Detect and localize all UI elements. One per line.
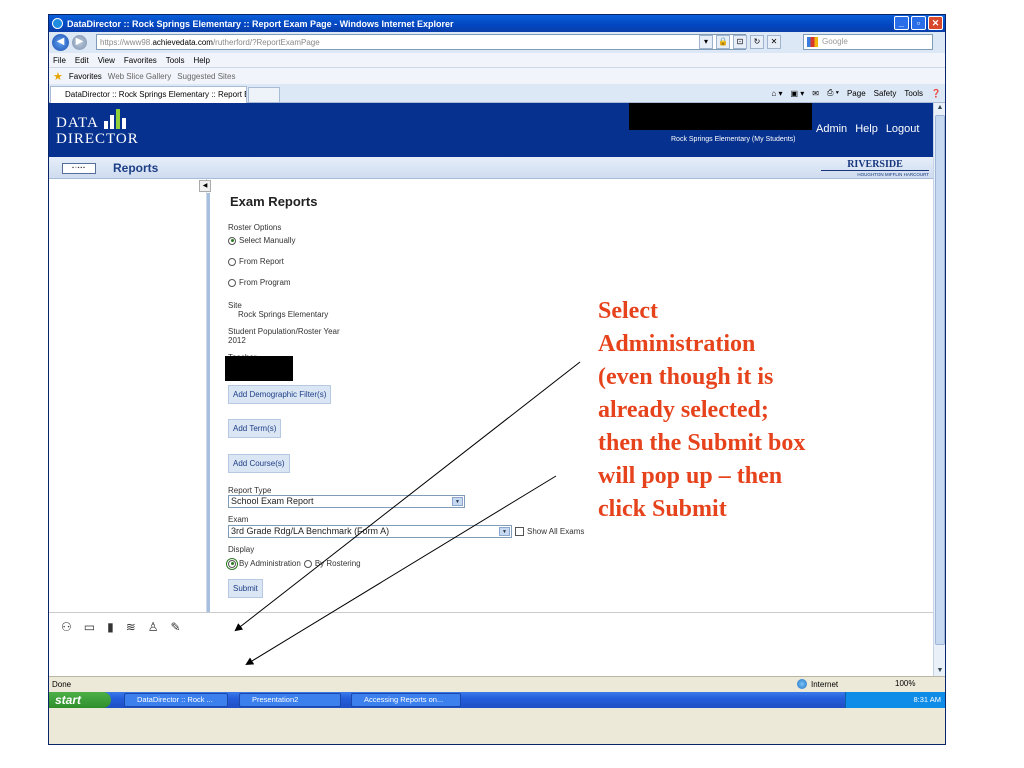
arrow-to-submit xyxy=(245,475,557,666)
arrow-to-by-administration xyxy=(234,361,581,632)
annotation-arrows xyxy=(234,361,581,666)
